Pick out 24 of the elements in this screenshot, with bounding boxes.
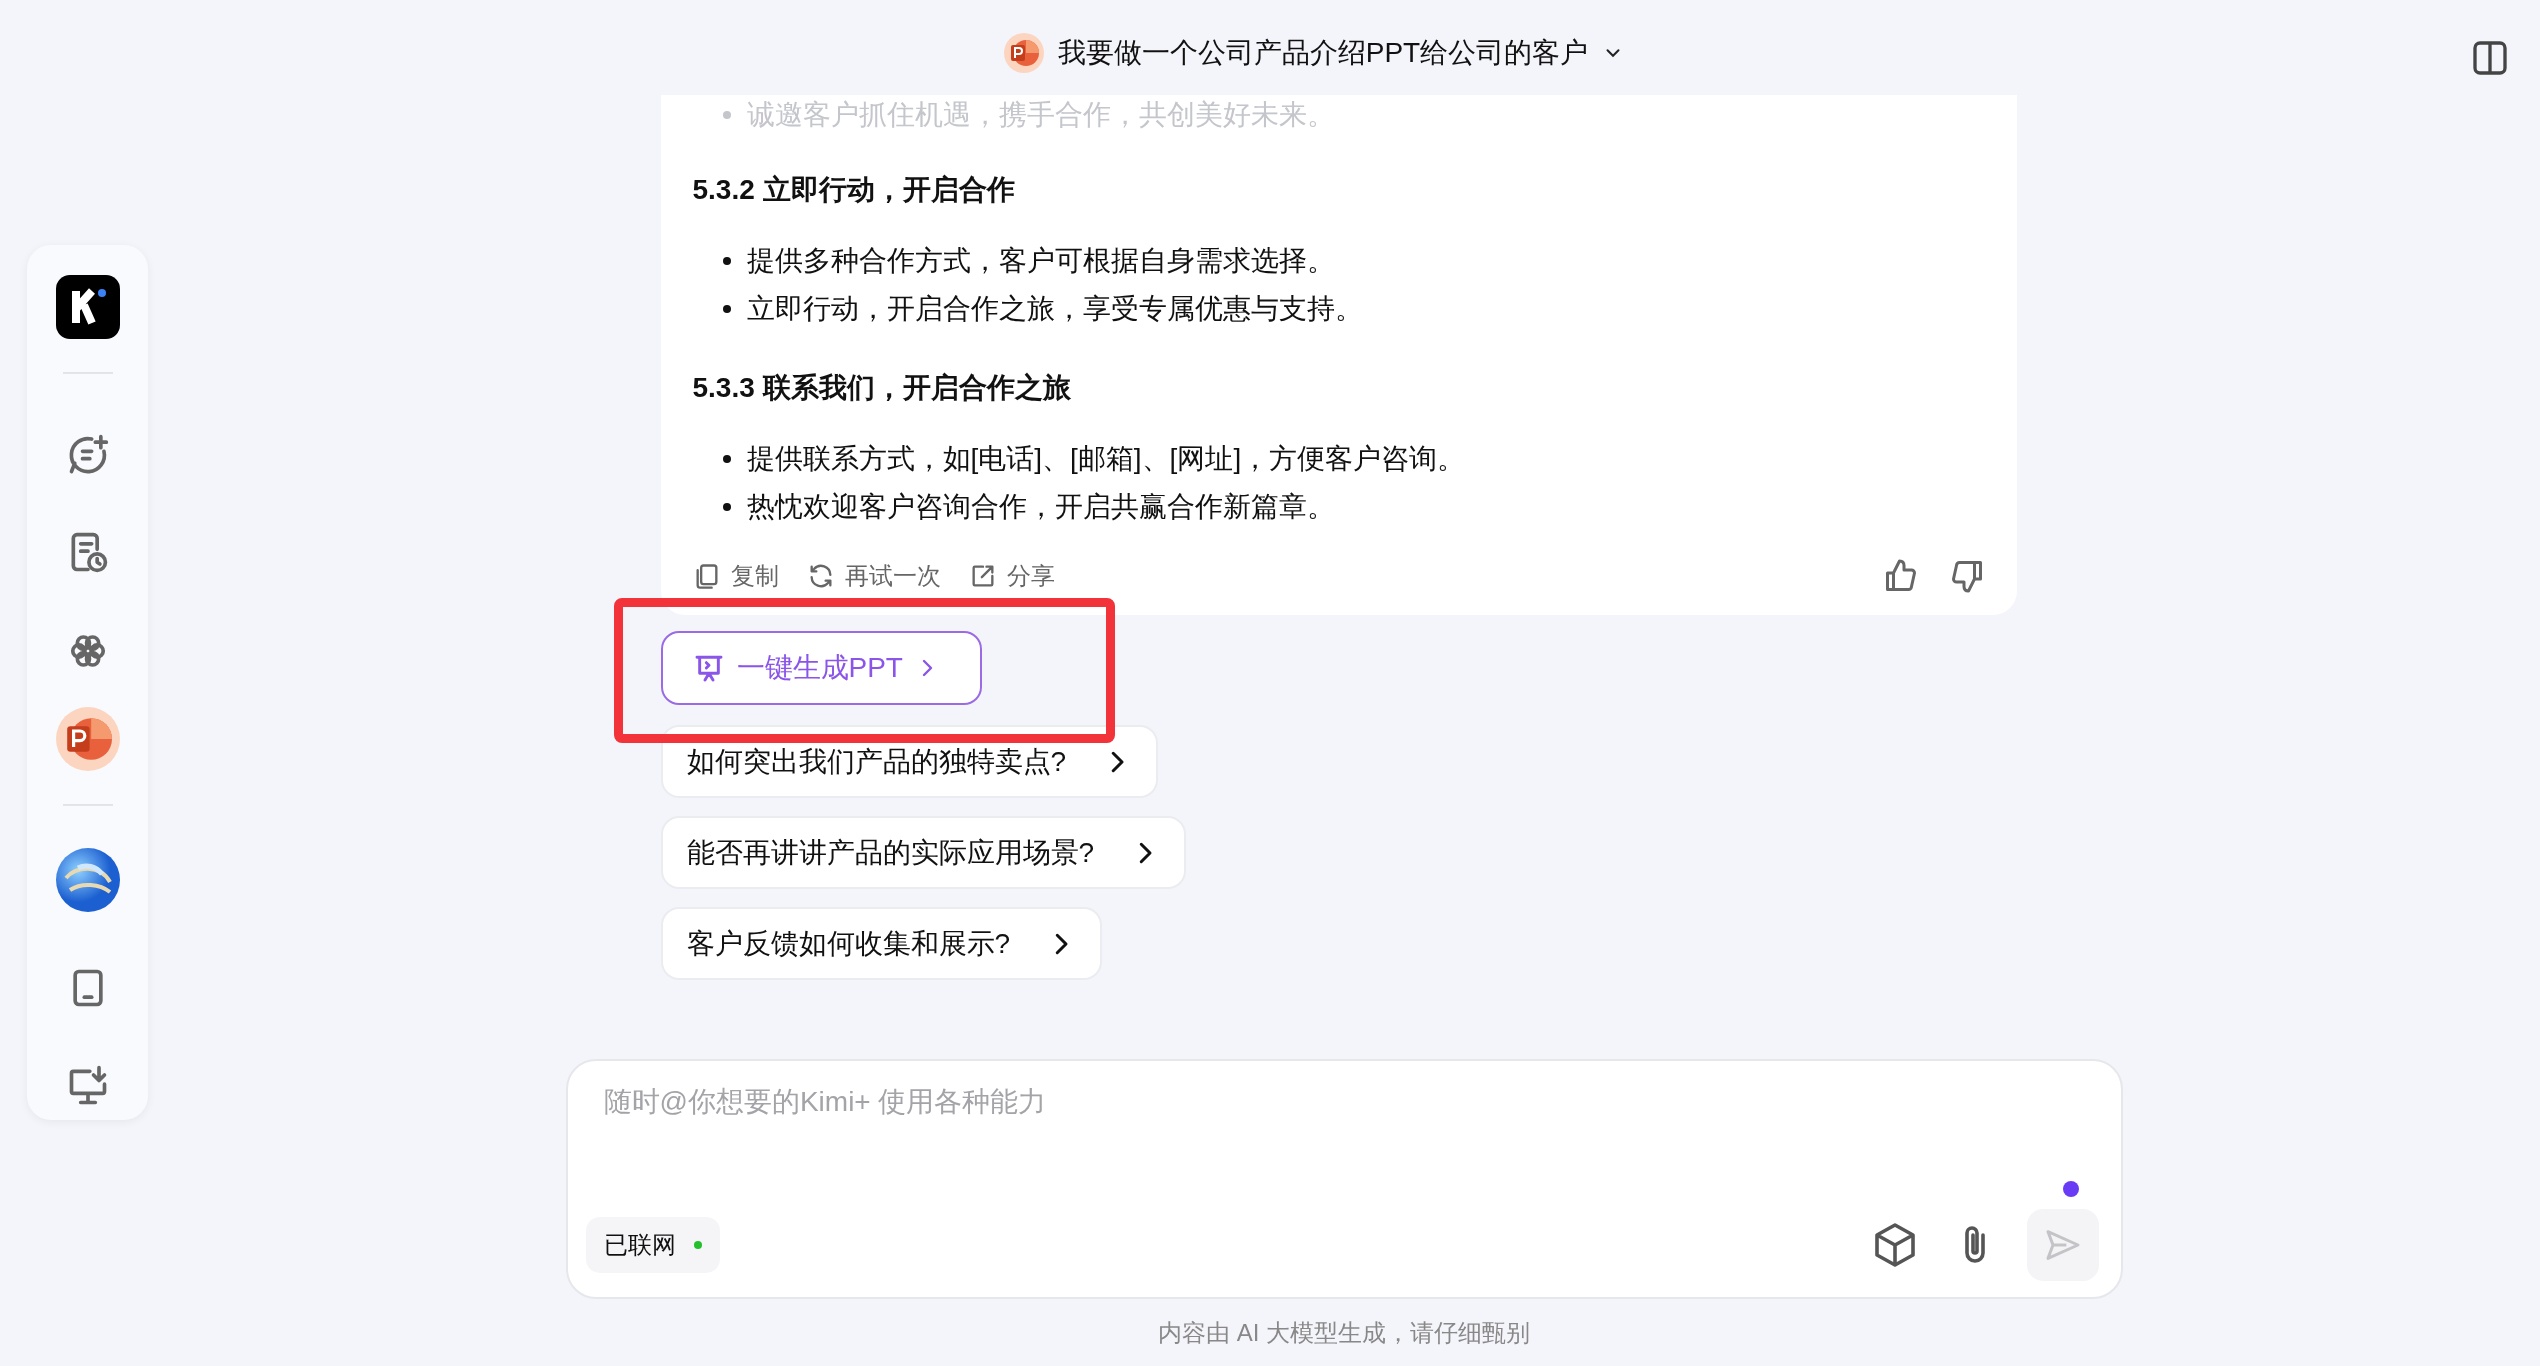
action-button[interactable]: 再试一次 — [806, 560, 941, 592]
list-item: 提供联系方式，如[电话]、[邮箱]、[网址]，方便客户咨询。 — [692, 435, 1985, 483]
sidebar-toggle-icon[interactable] — [2470, 38, 2510, 78]
disclaimer-text: 内容由 AI 大模型生成，请仔细甄别 — [1157, 1317, 1531, 1348]
list-item: 立即行动，开启合作之旅，享受专属优惠与支持。 — [692, 285, 1985, 333]
suggestion-button[interactable]: 客户反馈如何收集和展示? — [660, 907, 1103, 980]
list-item: 诚邀客户抓住机遇，携手合作，共创美好未来。 — [692, 95, 1985, 135]
presentation-app-icon — [55, 706, 120, 771]
presentation-app-icon — [1003, 32, 1044, 73]
list-item: 热忱欢迎客户咨询合作，开启共赢合作新篇章。 — [692, 483, 1985, 531]
suggestion-button[interactable]: 能否再讲讲产品的实际应用场景? — [660, 816, 1187, 889]
status-dot — [2062, 1181, 2079, 1197]
sphere-icon[interactable] — [55, 847, 120, 912]
generate-ppt-button[interactable]: 一键生成PPT — [660, 631, 982, 705]
action-button[interactable]: 复制 — [692, 560, 779, 592]
suggestion-button[interactable]: 如何突出我们产品的独特卖点? — [660, 725, 1159, 798]
list-item: 提供多种合作方式，客户可根据自身需求选择。 — [692, 237, 1985, 285]
logo-icon[interactable] — [55, 275, 120, 340]
chat-title[interactable]: 我要做一个公司产品介绍PPT给公司的客户 — [1003, 32, 1625, 73]
network-toggle[interactable]: 已联网 — [585, 1217, 720, 1273]
action-button[interactable]: 分享 — [968, 560, 1055, 592]
chat-input[interactable]: 随时@你想要的Kimi+ 使用各种能力 已联网 — [565, 1059, 2123, 1299]
section-heading: 5.3.3 联系我们，开启合作之旅 — [692, 371, 1072, 405]
section-heading: 5.3.2 立即行动，开启合作 — [692, 173, 1016, 207]
